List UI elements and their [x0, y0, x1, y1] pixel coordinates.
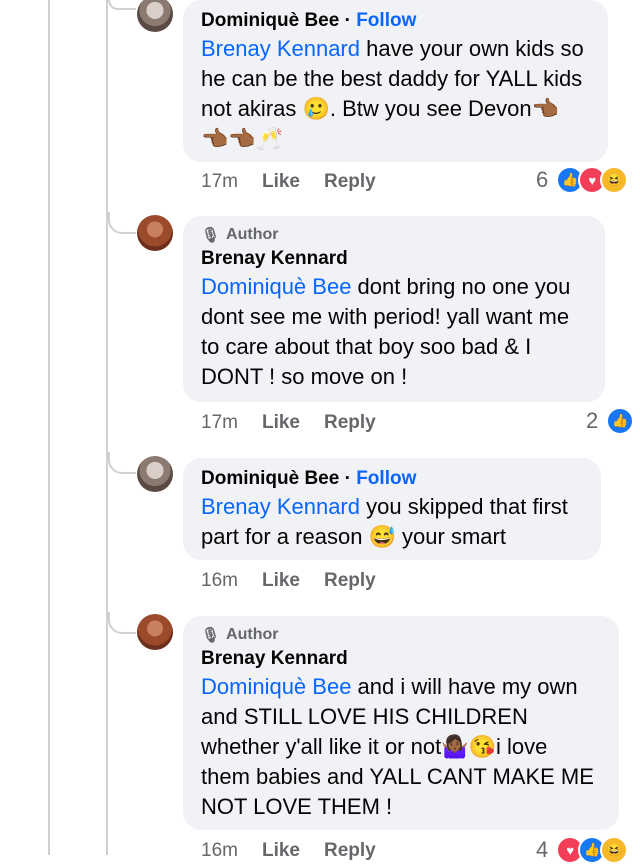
- reply-button[interactable]: Reply: [324, 412, 376, 434]
- commenter-name[interactable]: Dominiquè Bee: [201, 468, 339, 489]
- thread-line-outer: [48, 0, 50, 855]
- timestamp[interactable]: 17m: [201, 412, 238, 434]
- thread-connector: [108, 452, 136, 474]
- follow-button[interactable]: Follow: [356, 468, 416, 489]
- thread-connector: [108, 212, 136, 234]
- text-line: you skipped that first: [360, 494, 568, 519]
- reply-button[interactable]: Reply: [324, 840, 376, 862]
- name-row: Dominiquè Bee · Follow: [201, 8, 590, 34]
- reaction-summary[interactable]: 2 👍: [586, 407, 635, 435]
- comment-bubble: 🎙 Author Brenay Kennard Dominiquè Bee an…: [183, 616, 619, 830]
- microphone-icon: 🎙: [201, 227, 221, 244]
- text-line: DONT ! so move on !: [201, 364, 408, 389]
- commenter-name[interactable]: Brenay Kennard: [201, 246, 587, 272]
- text-line: he can be the best daddy for YALL kids: [201, 66, 583, 91]
- text-line: not akiras 🥲. Btw you see Devon👈🏾: [201, 96, 560, 121]
- thread-connector: [108, 0, 136, 10]
- like-button[interactable]: Like: [262, 840, 300, 862]
- name-row: Dominiquè Bee · Follow: [201, 466, 583, 492]
- comment-bubble: Dominiquè Bee · Follow Brenay Kennard ha…: [183, 0, 608, 162]
- text-line: 👈🏾👈🏾🥂: [201, 126, 284, 151]
- comment-meta: 16m Like Reply: [201, 570, 376, 592]
- comment-text: Dominiquè Bee dont bring no one you dont…: [201, 272, 587, 392]
- text-line: part for a reason 😅 your smart: [201, 524, 506, 549]
- author-badge-label: Author: [226, 226, 279, 243]
- follow-button[interactable]: Follow: [356, 10, 416, 31]
- timestamp[interactable]: 17m: [201, 171, 238, 193]
- text-line: NOT LOVE THEM !: [201, 794, 393, 819]
- text-line: dont bring no one you: [351, 274, 571, 299]
- haha-icon: 😆: [600, 166, 629, 194]
- reaction-count: 4: [536, 837, 549, 862]
- reaction-count: 6: [536, 167, 549, 192]
- mention-link[interactable]: Brenay Kennard: [201, 494, 360, 519]
- reaction-summary[interactable]: 4 ♥ 👍 😆: [536, 836, 629, 864]
- mention-link[interactable]: Dominiquè Bee: [201, 274, 351, 299]
- timestamp[interactable]: 16m: [201, 570, 238, 592]
- mention-link[interactable]: Brenay Kennard: [201, 36, 360, 61]
- timestamp[interactable]: 16m: [201, 840, 238, 862]
- text-line: to care about that boy soo bad & I: [201, 334, 532, 359]
- comment-bubble: Dominiquè Bee · Follow Brenay Kennard yo…: [183, 458, 601, 560]
- text-line: dont see me with period! yall want me: [201, 304, 570, 329]
- like-icon: 👍: [606, 407, 635, 435]
- author-badge: 🎙 Author: [201, 624, 601, 646]
- like-button[interactable]: Like: [262, 570, 300, 592]
- comment-text: Brenay Kennard you skipped that first pa…: [201, 492, 583, 552]
- like-button[interactable]: Like: [262, 412, 300, 434]
- haha-icon: 😆: [600, 836, 629, 864]
- comment-meta: 17m Like Reply: [201, 412, 376, 434]
- thread-line-inner: [106, 0, 108, 855]
- avatar[interactable]: [137, 456, 173, 492]
- avatar[interactable]: [137, 614, 173, 650]
- reply-button[interactable]: Reply: [324, 171, 376, 193]
- text-line: and STILL LOVE HIS CHILDREN: [201, 704, 528, 729]
- separator-dot: ·: [344, 10, 351, 31]
- thread-connector: [108, 612, 136, 634]
- text-line: whether y'all like it or not🤷🏾‍♀️😘i love: [201, 734, 548, 759]
- text-line: and i will have my own: [351, 674, 578, 699]
- comment-bubble: 🎙 Author Brenay Kennard Dominiquè Bee do…: [183, 216, 605, 402]
- commenter-name[interactable]: Brenay Kennard: [201, 646, 601, 672]
- like-button[interactable]: Like: [262, 171, 300, 193]
- microphone-icon: 🎙: [201, 627, 221, 644]
- text-line: them babies and YALL CANT MAKE ME: [201, 764, 594, 789]
- text-line: have your own kids so: [360, 36, 584, 61]
- author-badge: 🎙 Author: [201, 224, 587, 246]
- reply-button[interactable]: Reply: [324, 570, 376, 592]
- avatar[interactable]: [137, 0, 173, 32]
- mention-link[interactable]: Dominiquè Bee: [201, 674, 351, 699]
- author-badge-label: Author: [226, 626, 279, 643]
- comment-meta: 16m Like Reply: [201, 840, 376, 862]
- comment-text: Dominiquè Bee and i will have my own and…: [201, 672, 601, 822]
- comment-text: Brenay Kennard have your own kids so he …: [201, 34, 590, 154]
- comment-meta: 17m Like Reply: [201, 171, 376, 193]
- reaction-count: 2: [586, 408, 599, 433]
- separator-dot: ·: [344, 468, 351, 489]
- commenter-name[interactable]: Dominiquè Bee: [201, 10, 339, 31]
- avatar[interactable]: [137, 215, 173, 251]
- reaction-summary[interactable]: 6 👍 ♥ 😆: [536, 166, 629, 194]
